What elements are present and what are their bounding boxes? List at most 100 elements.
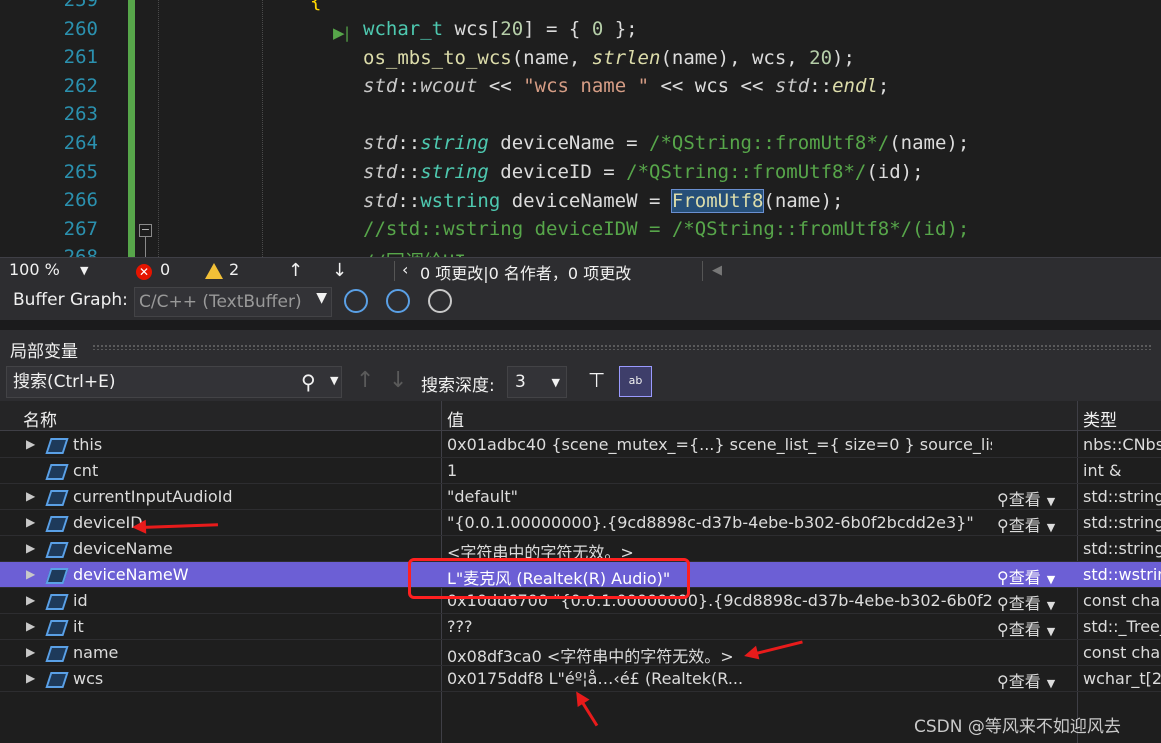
divider: [702, 261, 703, 281]
text-visualizer-button[interactable]: ⚲查看 ▼: [997, 486, 1055, 510]
variable-value[interactable]: 0x01adbc40 {scene_mutex_={...} scene_lis…: [447, 435, 992, 454]
variable-value[interactable]: "{0.0.1.00000000}.{9cd8898c-d37b-4ebe-b3…: [447, 513, 992, 532]
code-line[interactable]: std::string deviceName = /*QString::from…: [363, 132, 969, 154]
variable-name: deviceName: [73, 539, 173, 558]
code-line[interactable]: std::wstring deviceNameW = FromUtf8(name…: [363, 188, 843, 213]
chevron-left-icon[interactable]: ‹: [402, 260, 408, 279]
code-editor[interactable]: 259 260 261 262 263 264 265 266 267 268 − { ▶| wc…: [0, 0, 1161, 257]
chevron-down-icon[interactable]: ▼: [1047, 625, 1055, 638]
text-visualizer-button[interactable]: ⚲查看 ▼: [997, 512, 1055, 536]
chevron-down-icon[interactable]: ▼: [1047, 677, 1055, 690]
locals-window: 局部变量 ⚲ ▼ ↑ ↓ 搜索深度: 3 ▼ ⊤ ab 名称 值 类型 ▶ thi…: [0, 330, 1161, 743]
code-token: std: [774, 75, 810, 98]
buffer-graph-label: Buffer Graph:: [13, 290, 128, 310]
search-depth-select[interactable]: 3 ▼: [507, 366, 567, 398]
variable-value[interactable]: ???: [447, 617, 992, 636]
search-box[interactable]: ⚲ ▼: [6, 366, 342, 398]
variable-object-icon: [45, 487, 67, 507]
expand-icon[interactable]: ▶: [26, 671, 35, 685]
error-count[interactable]: 0: [160, 260, 170, 279]
run-to-click-icon[interactable]: ▶|: [333, 24, 350, 42]
chevron-down-icon[interactable]: ▼: [1047, 573, 1055, 586]
variable-value[interactable]: 1: [447, 461, 992, 480]
chevron-down-icon: ▼: [551, 376, 560, 389]
previous-issue-icon[interactable]: ↑: [288, 260, 303, 281]
search-input[interactable]: [13, 371, 293, 393]
code-token: std: [363, 132, 398, 155]
expand-icon[interactable]: ▶: [26, 437, 35, 451]
magnifier-icon: ⚲: [997, 594, 1009, 613]
column-resizer[interactable]: [441, 401, 442, 431]
view-label: 查看: [1008, 490, 1041, 509]
code-line[interactable]: wchar_t wcs[20] = { 0 };: [363, 18, 638, 40]
git-changes-text[interactable]: 0 项更改|0 名作者，0 项更改: [420, 260, 631, 284]
code-token: ::: [809, 75, 833, 98]
scroll-left-icon[interactable]: ◀: [712, 263, 722, 278]
line-number: 267: [63, 217, 98, 240]
variable-row-it[interactable]: ▶ it??? ⚲查看 ▼ std::_Tree_: [0, 614, 1161, 640]
variable-row-currentInputAudioId[interactable]: ▶ currentInputAudioId "default" ⚲查看 ▼ std::st…: [0, 484, 1161, 510]
panel-splitter[interactable]: [0, 320, 1161, 330]
code-token: wstring: [420, 189, 501, 212]
buffer-selector[interactable]: C/C++ (TextBuffer) ▼: [134, 287, 332, 317]
expand-icon[interactable]: ▶: [26, 541, 35, 555]
code-line[interactable]: os_mbs_to_wcs(name, strlen(name), wcs, 2…: [363, 47, 855, 69]
variable-value[interactable]: "default": [447, 487, 992, 506]
variable-object-icon: [45, 565, 67, 585]
search-previous-icon[interactable]: ↑: [356, 368, 374, 393]
search-icon[interactable]: ⚲: [301, 370, 316, 394]
chevron-down-icon[interactable]: ▼: [1047, 521, 1055, 534]
search-options-dropdown-icon[interactable]: ▼: [330, 374, 338, 387]
text-visualizer-button[interactable]: ⚲查看 ▼: [997, 590, 1055, 614]
variable-name: it: [73, 617, 84, 636]
chevron-down-icon[interactable]: ▼: [1047, 599, 1055, 612]
annotation-highlight-box: [408, 558, 690, 599]
refresh-graph-icon[interactable]: [344, 289, 368, 313]
drag-grip[interactable]: [92, 344, 1152, 350]
expand-icon[interactable]: ▶: [26, 645, 35, 659]
magnifier-icon: ⚲: [997, 672, 1009, 691]
next-issue-icon[interactable]: ↓: [332, 260, 347, 281]
variable-row-this[interactable]: ▶ this 0x01adbc40 {scene_mutex_={...} scen…: [0, 432, 1161, 458]
text-visualizer-button[interactable]: ⚲查看 ▼: [997, 616, 1055, 640]
zoom-dropdown-icon[interactable]: ▼: [80, 264, 88, 277]
variable-value[interactable]: 0x0175ddf8 L"éº¦å…‹é£ (Realtek(R...: [447, 669, 992, 688]
column-header-type[interactable]: 类型: [1083, 406, 1117, 431]
zoom-level[interactable]: 100 %: [9, 260, 60, 279]
warning-icon[interactable]: [205, 263, 223, 279]
code-line[interactable]: std::string deviceID = /*QString::fromUt…: [363, 161, 924, 183]
variable-row-cnt[interactable]: cnt 1 int &: [0, 458, 1161, 484]
variable-name: cnt: [73, 461, 99, 480]
expand-icon[interactable]: ▶: [26, 567, 35, 581]
variable-value[interactable]: 0x08df3ca0 <字符串中的字符无效。>: [447, 643, 992, 667]
expand-icon[interactable]: ▶: [26, 593, 35, 607]
column-header-name[interactable]: 名称: [23, 406, 57, 431]
expand-icon[interactable]: ▶: [26, 619, 35, 633]
highlighted-symbol: FromUtf8: [670, 188, 765, 213]
graph-settings-icon[interactable]: [428, 289, 452, 313]
pin-icon[interactable]: ⊤: [588, 368, 605, 392]
change-indicator-bar: [128, 0, 135, 257]
code-line[interactable]: std::wcout << "wcs name " << wcs << std:…: [363, 75, 889, 97]
column-header-value[interactable]: 值: [447, 406, 464, 431]
search-depth-value: 3: [515, 372, 526, 392]
hex-display-toggle-icon[interactable]: ab: [619, 366, 652, 397]
warning-count[interactable]: 2: [229, 260, 239, 279]
text-visualizer-button[interactable]: ⚲查看 ▼: [997, 564, 1055, 588]
code-token: std: [363, 161, 398, 183]
text-visualizer-button[interactable]: ⚲查看 ▼: [997, 668, 1055, 692]
expand-icon[interactable]: ▶: [26, 515, 35, 529]
column-resizer[interactable]: [1077, 401, 1078, 431]
chevron-down-icon[interactable]: ▼: [1047, 495, 1055, 508]
code-line[interactable]: //回调给UI: [363, 247, 466, 257]
expand-icon[interactable]: ▶: [26, 489, 35, 503]
code-line[interactable]: //std::wstring deviceIDW = /*QString::fr…: [363, 218, 969, 240]
collapse-icon[interactable]: −: [139, 224, 152, 237]
line-number: 262: [63, 74, 98, 97]
search-next-icon[interactable]: ↓: [389, 368, 407, 393]
graph-layout-icon[interactable]: [386, 289, 410, 313]
variable-row-name[interactable]: ▶ name 0x08df3ca0 <字符串中的字符无效。> const char: [0, 640, 1161, 666]
indent-guide: [262, 0, 263, 257]
variable-row-deviceID[interactable]: ▶ deviceID "{0.0.1.00000000}.{9cd8898c-d37…: [0, 510, 1161, 536]
locals-title-bar[interactable]: 局部变量: [0, 330, 1161, 363]
